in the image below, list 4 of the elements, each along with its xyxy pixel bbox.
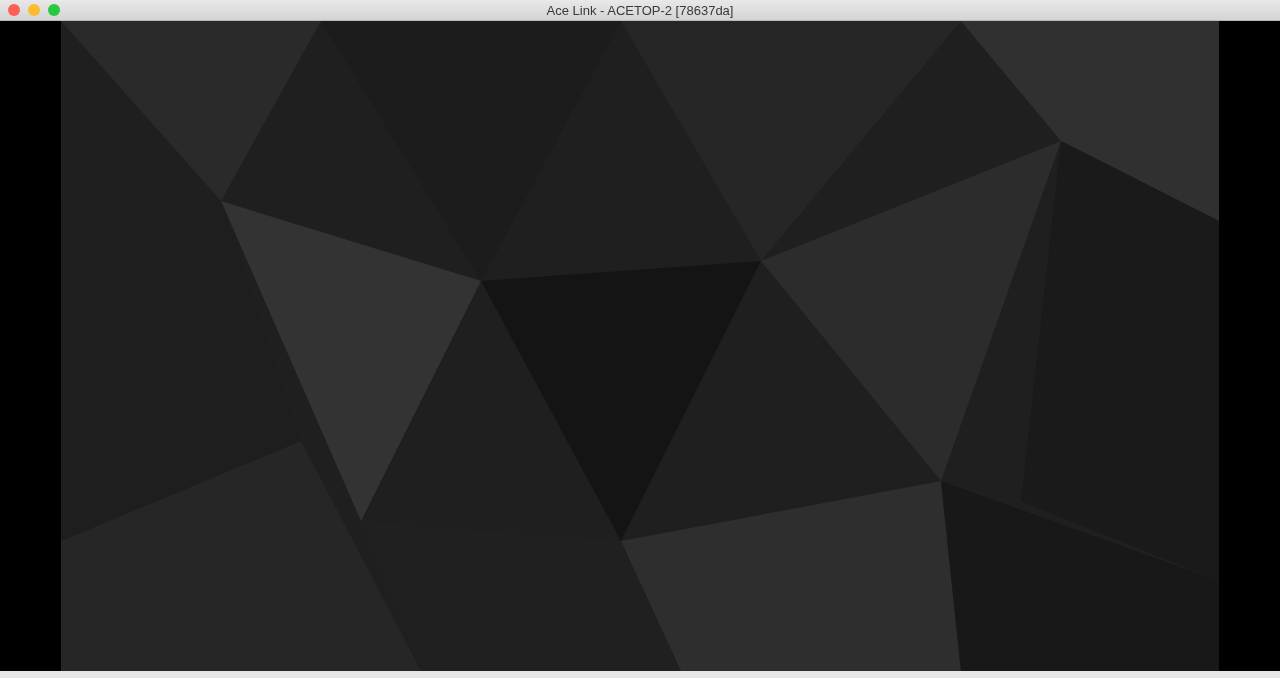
window-title: Ace Link - ACETOP-2 [78637da] (546, 2, 734, 18)
minimize-button[interactable] (28, 4, 40, 16)
zoom-button[interactable] (48, 4, 60, 16)
close-button[interactable] (8, 4, 20, 16)
